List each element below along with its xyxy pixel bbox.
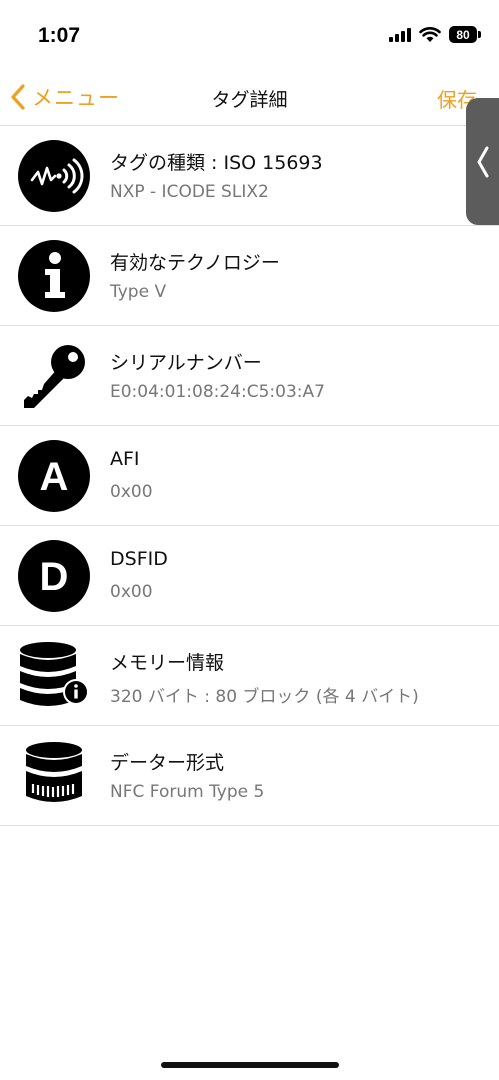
list-item[interactable]: D DSFID 0x00	[0, 526, 499, 626]
row-subtitle: 0x00	[110, 582, 153, 602]
status-icons: 80	[389, 26, 481, 43]
letter-d-icon: D	[18, 540, 90, 612]
status-time: 1:07	[38, 24, 81, 47]
row-title: メモリー情報	[110, 652, 225, 674]
navigation-bar: メニュー タグ詳細 保存	[0, 70, 499, 126]
list-item[interactable]: タグの種類 : ISO 15693 NXP - ICODE SLIX2	[0, 126, 499, 226]
key-icon	[24, 345, 85, 408]
svg-text:A: A	[40, 455, 69, 499]
row-subtitle: 0x00	[110, 482, 153, 502]
info-icon	[18, 240, 90, 312]
page-title: タグ詳細	[211, 89, 288, 111]
nfc-icon	[18, 140, 90, 212]
wifi-icon	[419, 26, 441, 42]
database-info-icon	[20, 642, 89, 706]
row-title: データー形式	[110, 752, 225, 774]
list-item[interactable]: 有効なテクノロジー Type V	[0, 226, 499, 326]
battery-level: 80	[456, 27, 470, 42]
row-title: 有効なテクノロジー	[110, 252, 280, 274]
row-subtitle: 320 バイト : 80 ブロック (各 4 バイト)	[110, 687, 419, 707]
row-title: AFI	[110, 448, 140, 470]
letter-a-icon: A	[18, 440, 90, 512]
row-title: タグの種類 : ISO 15693	[110, 152, 323, 174]
tag-detail-list: タグの種類 : ISO 15693 NXP - ICODE SLIX2 有効なテ…	[0, 126, 499, 826]
list-item[interactable]: メモリー情報 320 バイト : 80 ブロック (各 4 バイト)	[0, 626, 499, 726]
row-subtitle: NFC Forum Type 5	[110, 782, 265, 802]
list-item[interactable]: A AFI 0x00	[0, 426, 499, 526]
battery-icon: 80	[449, 26, 481, 43]
row-title: シリアルナンバー	[110, 352, 262, 374]
list-item[interactable]: シリアルナンバー E0:04:01:08:24:C5:03:A7	[0, 326, 499, 426]
cellular-signal-icon	[389, 27, 411, 42]
row-subtitle: Type V	[110, 282, 167, 302]
row-subtitle: E0:04:01:08:24:C5:03:A7	[110, 382, 325, 402]
database-format-icon	[26, 742, 82, 802]
list-item[interactable]: データー形式 NFC Forum Type 5	[0, 726, 499, 826]
home-indicator[interactable]	[161, 1062, 339, 1068]
row-title: DSFID	[110, 548, 168, 570]
svg-text:D: D	[40, 555, 69, 599]
row-subtitle: NXP - ICODE SLIX2	[110, 182, 269, 202]
status-bar: 1:07 80	[0, 0, 499, 70]
